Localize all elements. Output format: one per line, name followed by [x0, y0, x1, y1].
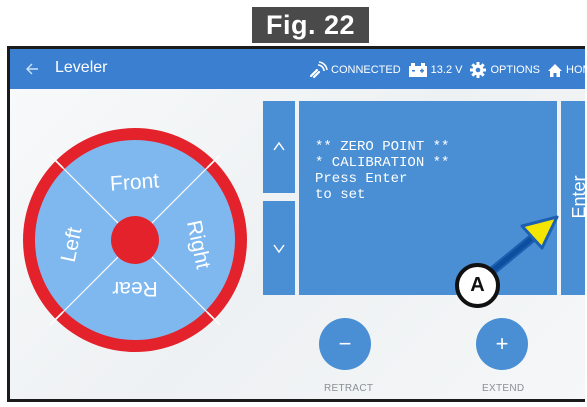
scroll-up-button[interactable]: [263, 101, 295, 193]
enter-label: Enter: [569, 175, 585, 219]
extend-button[interactable]: +: [476, 318, 528, 370]
app-title: Leveler: [55, 59, 108, 76]
connection-icon: [309, 61, 328, 79]
home-button[interactable]: HOME: [547, 63, 585, 78]
chevron-down-icon: [273, 244, 285, 254]
battery-status: 13.2 V: [408, 62, 463, 78]
dial-rear-label[interactable]: Rear: [112, 277, 158, 300]
callout-a: A: [455, 263, 500, 308]
chevron-up-icon: [273, 141, 285, 151]
display-line-2: * CALIBRATION **: [315, 155, 450, 171]
options-button[interactable]: OPTIONS: [469, 61, 540, 79]
connection-status: CONNECTED: [308, 61, 401, 79]
level-indicator: [111, 216, 159, 264]
top-bar: Leveler CONNECTED 13.2 V OPTIONS HO: [10, 49, 585, 89]
connection-label: CONNECTED: [331, 64, 401, 76]
level-dial: Front Right Rear Left: [23, 128, 247, 352]
scroll-down-button[interactable]: [263, 201, 295, 295]
main-content: Front Right Rear Left ** ZERO POINT ** *…: [10, 89, 585, 399]
display-line-3: Press Enter: [315, 171, 408, 187]
figure-label: Fig. 22: [252, 7, 369, 43]
display-line-4: to set: [315, 187, 366, 203]
back-arrow-icon[interactable]: [24, 59, 40, 79]
home-label: HOME: [566, 64, 585, 76]
options-label: OPTIONS: [490, 64, 540, 76]
battery-voltage: 13.2 V: [430, 64, 463, 76]
battery-icon: [408, 63, 427, 77]
gear-icon: [470, 62, 487, 78]
display-line-1: ** ZERO POINT **: [315, 139, 450, 155]
retract-label: RETRACT: [324, 383, 374, 394]
home-icon: [548, 63, 562, 77]
dial-front-label[interactable]: Front: [109, 169, 160, 195]
retract-button[interactable]: −: [319, 318, 371, 370]
status-bar: CONNECTED 13.2 V OPTIONS HO: [308, 61, 585, 79]
app-screen: Leveler CONNECTED 13.2 V OPTIONS HO Fron…: [7, 46, 585, 402]
enter-button[interactable]: Enter: [561, 101, 585, 295]
message-display: ** ZERO POINT ** * CALIBRATION ** Press …: [299, 101, 557, 295]
extend-label: EXTEND: [482, 383, 525, 394]
